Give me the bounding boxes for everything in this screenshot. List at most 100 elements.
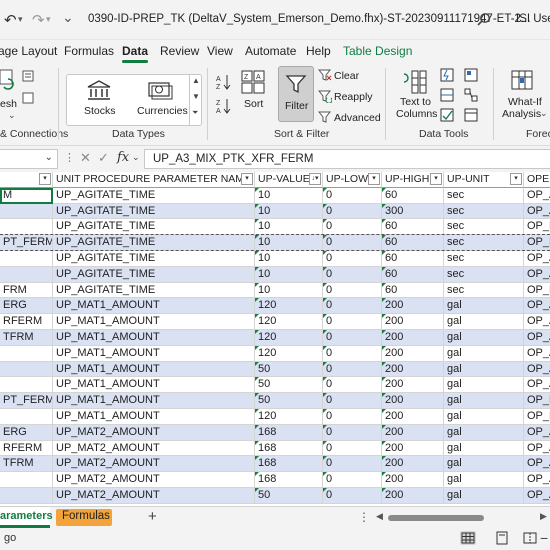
table-cell[interactable]: UP_MAT1_AMOUNT: [53, 298, 255, 315]
table-cell[interactable]: 168: [255, 456, 323, 473]
table-cell[interactable]: 0: [323, 377, 382, 394]
scroll-right-icon[interactable]: ▶: [540, 511, 547, 522]
table-cell[interactable]: [0, 409, 53, 425]
table-cell[interactable]: UP_MAT2_AMOUNT: [53, 456, 255, 473]
relationships-icon[interactable]: [464, 88, 478, 102]
advanced-button[interactable]: Advanced: [334, 112, 381, 124]
table-cell[interactable]: 10: [255, 187, 323, 204]
table-cell[interactable]: gal: [444, 298, 524, 315]
consolidate-icon[interactable]: [464, 68, 478, 82]
table-cell[interactable]: 10: [255, 266, 323, 283]
table-cell[interactable]: OP_P: [524, 235, 550, 251]
enter-icon[interactable]: ✓: [98, 150, 109, 166]
table-cell[interactable]: [0, 472, 53, 488]
table-cell[interactable]: 200: [382, 345, 444, 362]
table-cell[interactable]: 0: [323, 330, 382, 346]
table-cell[interactable]: PT_FERM: [0, 393, 53, 409]
user-name[interactable]: ISI User: [516, 13, 550, 25]
table-cell[interactable]: OP_A: [524, 266, 550, 283]
table-cell[interactable]: 0: [323, 393, 382, 409]
table-cell[interactable]: gal: [444, 377, 524, 394]
table-cell[interactable]: RFERM: [0, 440, 53, 457]
refresh-dropdown-icon[interactable]: ⌄: [8, 110, 16, 121]
table-cell[interactable]: 0: [323, 187, 382, 204]
advanced-filter-icon[interactable]: [318, 110, 332, 124]
table-cell[interactable]: 168: [255, 472, 323, 488]
table-cell[interactable]: gal: [444, 361, 524, 378]
table-cell[interactable]: 60: [382, 219, 444, 236]
table-cell[interactable]: 50: [255, 361, 323, 378]
table-cell[interactable]: 0: [323, 251, 382, 267]
table-cell[interactable]: UP_MAT1_AMOUNT: [53, 361, 255, 378]
tab-page-layout[interactable]: age Layout: [0, 44, 57, 58]
table-cell[interactable]: sec: [444, 203, 524, 220]
gallery-up-icon[interactable]: ▲: [192, 76, 200, 85]
table-cell[interactable]: OP_A: [524, 456, 550, 473]
table-cell[interactable]: [0, 266, 53, 283]
table-cell[interactable]: gal: [444, 345, 524, 362]
column-header[interactable]: ▾: [0, 172, 53, 188]
table-cell[interactable]: OP_A: [524, 472, 550, 488]
table-cell[interactable]: OP_A: [524, 440, 550, 457]
table-cell[interactable]: gal: [444, 488, 524, 504]
table-cell[interactable]: 200: [382, 314, 444, 330]
table-cell[interactable]: [0, 377, 53, 394]
table-cell[interactable]: ERG: [0, 298, 53, 315]
table-cell[interactable]: sec: [444, 235, 524, 251]
column-header[interactable]: UP-VALUE ↓▾: [255, 172, 323, 188]
text-to-columns-icon[interactable]: [402, 70, 428, 94]
table-cell[interactable]: 10: [255, 203, 323, 220]
name-box[interactable]: ⌄: [0, 149, 58, 169]
table-cell[interactable]: gal: [444, 409, 524, 425]
table-cell[interactable]: OP_A: [524, 330, 550, 346]
table-cell[interactable]: [0, 251, 53, 267]
table-cell[interactable]: 200: [382, 330, 444, 346]
table-cell[interactable]: gal: [444, 314, 524, 330]
table-cell[interactable]: 0: [323, 235, 382, 251]
quick-access-more-icon[interactable]: ⌄: [62, 9, 74, 26]
text-to-label[interactable]: Text to: [400, 96, 431, 108]
page-break-view-icon[interactable]: [522, 531, 538, 545]
table-cell[interactable]: 50: [255, 488, 323, 504]
table-cell[interactable]: 60: [382, 282, 444, 299]
clear-button[interactable]: Clear: [334, 70, 359, 82]
table-cell[interactable]: [0, 345, 53, 362]
sort-dialog-icon[interactable]: Z A: [241, 70, 265, 94]
tab-view[interactable]: View: [207, 44, 233, 58]
table-cell[interactable]: UP_AGITATE_TIME: [53, 266, 255, 283]
table-cell[interactable]: 60: [382, 266, 444, 283]
sheet-tab-formulas[interactable]: Formulas: [56, 509, 112, 526]
clear-filter-icon[interactable]: [318, 68, 332, 82]
table-cell[interactable]: [0, 219, 53, 236]
table-cell[interactable]: UP_AGITATE_TIME: [53, 235, 255, 251]
filter-dropdown-icon[interactable]: ▾: [510, 173, 522, 185]
cancel-icon[interactable]: ✕: [80, 150, 91, 166]
table-cell[interactable]: 0: [323, 219, 382, 236]
formula-input[interactable]: UP_A3_MIX_PTK_XFR_FERM: [144, 149, 550, 169]
table-cell[interactable]: [0, 203, 53, 220]
sort-az-icon[interactable]: A Z: [216, 74, 232, 90]
table-cell[interactable]: 0: [323, 440, 382, 457]
table-cell[interactable]: 200: [382, 440, 444, 457]
table-cell[interactable]: UP_MAT1_AMOUNT: [53, 393, 255, 409]
table-cell[interactable]: gal: [444, 393, 524, 409]
table-cell[interactable]: gal: [444, 330, 524, 346]
table-cell[interactable]: 0: [323, 298, 382, 315]
table-cell[interactable]: TFRM: [0, 456, 53, 473]
gallery-down-icon[interactable]: ▼: [192, 92, 200, 101]
horizontal-scrollbar[interactable]: ◀ ▶: [374, 511, 550, 524]
flash-fill-icon[interactable]: [440, 68, 454, 82]
table-cell[interactable]: 60: [382, 251, 444, 267]
table-cell[interactable]: 0: [323, 424, 382, 441]
remove-duplicates-icon[interactable]: [440, 88, 454, 102]
data-validation-icon[interactable]: [440, 108, 454, 122]
stocks-button[interactable]: Stocks: [84, 105, 116, 117]
table-cell[interactable]: sec: [444, 282, 524, 299]
table-cell[interactable]: 0: [323, 472, 382, 488]
table-cell[interactable]: UP_AGITATE_TIME: [53, 203, 255, 220]
table-cell[interactable]: UP_MAT1_AMOUNT: [53, 314, 255, 330]
table-cell[interactable]: PT_FERM: [0, 235, 53, 251]
table-cell[interactable]: UP_MAT1_AMOUNT: [53, 330, 255, 346]
table-cell[interactable]: 120: [255, 330, 323, 346]
redo-dropdown-icon[interactable]: ▾: [46, 14, 51, 25]
